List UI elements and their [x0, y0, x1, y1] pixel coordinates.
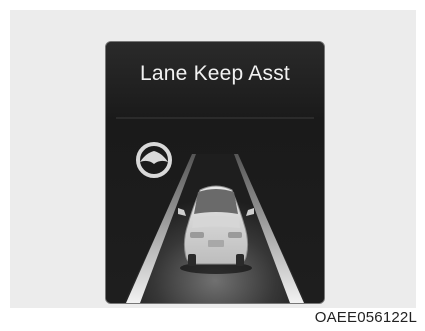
display-title: Lane Keep Asst: [140, 62, 290, 85]
figure-code: OAEE056122L: [314, 309, 417, 326]
steering-wheel-icon: [136, 142, 172, 178]
cluster-display: Lane Keep Asst: [105, 41, 325, 304]
